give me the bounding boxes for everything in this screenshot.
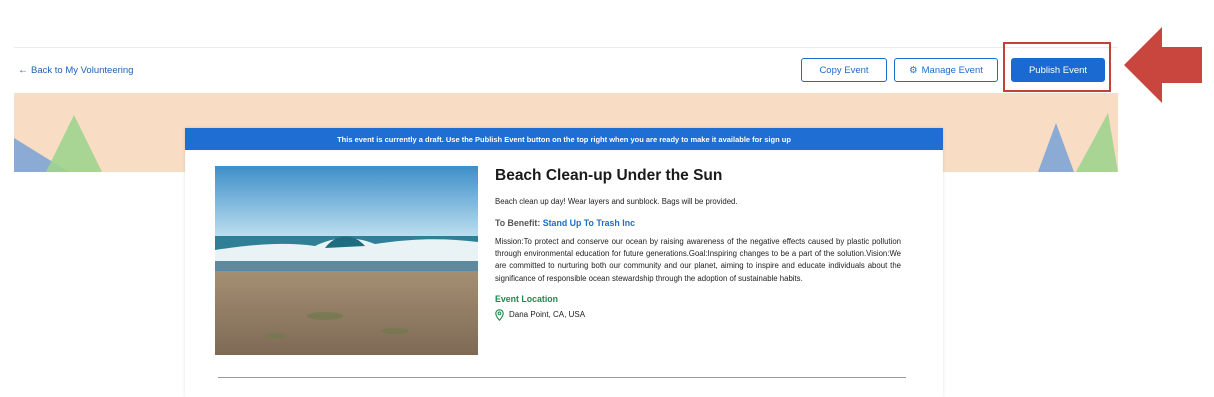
location-heading: Event Location — [495, 293, 559, 304]
copy-event-label: Copy Event — [819, 64, 869, 76]
copy-event-button[interactable]: Copy Event — [801, 58, 887, 82]
card-divider — [218, 377, 906, 378]
event-info: Beach Clean-up Under the Sun Beach clean… — [495, 166, 901, 321]
arrow-left-icon: ← — [18, 65, 28, 76]
event-description: Beach clean up day! Wear layers and sunb… — [495, 197, 738, 206]
back-link-label: Back to My Volunteering — [31, 65, 134, 76]
beach-image — [215, 166, 478, 355]
draft-notice-text: This event is currently a draft. Use the… — [337, 134, 791, 144]
manage-event-label: Manage Event — [921, 64, 983, 76]
back-to-volunteering-link[interactable]: ← Back to My Volunteering — [18, 65, 133, 76]
red-arrow-icon — [1124, 27, 1202, 103]
location-text: Dana Point, CA, USA — [509, 310, 586, 320]
publish-highlight-box — [1003, 42, 1111, 92]
event-photo — [215, 166, 478, 355]
manage-event-button[interactable]: ⚙ Manage Event — [894, 58, 998, 82]
mission-text: Mission:To protect and conserve our ocea… — [495, 237, 901, 283]
benefit-label: To Benefit: — [495, 218, 541, 228]
benefit-line: To Benefit: Stand Up To Trash Inc — [495, 218, 901, 228]
event-title: Beach Clean-up Under the Sun — [495, 167, 723, 184]
draft-notice-bar: This event is currently a draft. Use the… — [185, 128, 943, 150]
header-divider — [14, 47, 1118, 48]
event-card: This event is currently a draft. Use the… — [185, 128, 943, 397]
map-pin-icon — [495, 309, 504, 321]
benefit-org-link[interactable]: Stand Up To Trash Inc — [543, 218, 635, 228]
gear-icon: ⚙ — [909, 64, 918, 76]
location-row: Dana Point, CA, USA — [495, 309, 901, 321]
